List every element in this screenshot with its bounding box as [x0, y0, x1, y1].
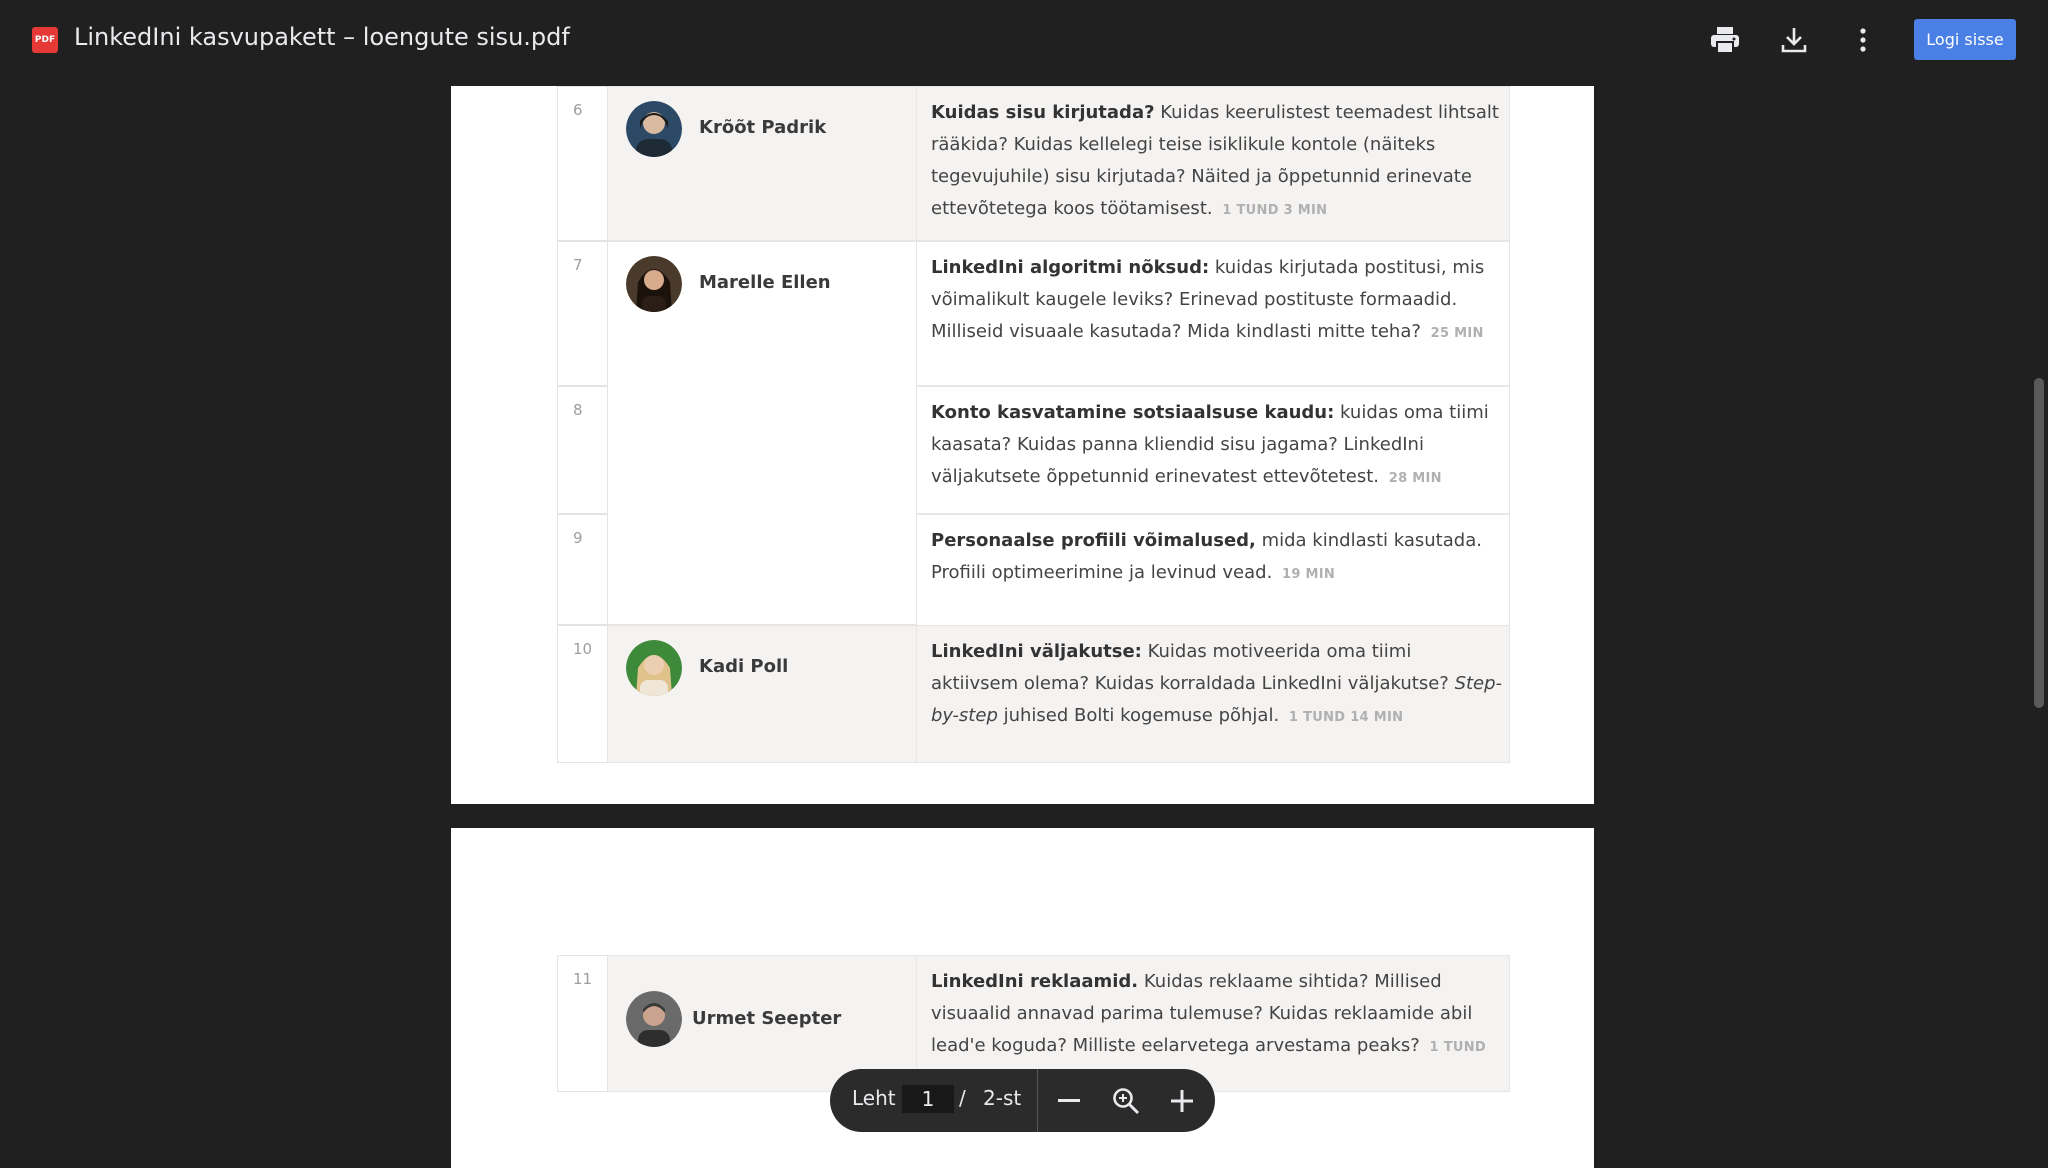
zoom-out-button[interactable]: [1049, 1081, 1089, 1121]
minus-icon: [1058, 1099, 1080, 1102]
avatar: [626, 640, 682, 696]
lecture-description: LinkedIni väljakutse: Kuidas motiveerida…: [931, 641, 1503, 726]
plus-icon: [1171, 1090, 1193, 1112]
row-number: 10: [573, 640, 593, 658]
lecture-title: Personaalse profiili võimalused,: [931, 530, 1256, 551]
row-number: 8: [573, 401, 583, 419]
lecture-title: LinkedIni väljakutse:: [931, 641, 1142, 662]
more-options-button[interactable]: [1843, 20, 1883, 60]
avatar: [626, 256, 682, 312]
document-title: LinkedIni kasvupakett – loengute sisu.pd…: [74, 23, 570, 51]
pdf-file-icon: PDF: [32, 27, 58, 53]
page-number-input[interactable]: [902, 1085, 954, 1113]
zoom-icon: [1113, 1088, 1140, 1115]
lecture-title: Kuidas sisu kirjutada?: [931, 102, 1155, 123]
duration-label: 1 TUND 3 MIN: [1222, 203, 1328, 218]
lecture-title: Konto kasvatamine sotsiaalsuse kaudu:: [931, 402, 1335, 423]
lecture-description: Kuidas sisu kirjutada? Kuidas keeruliste…: [931, 102, 1499, 219]
avatar: [626, 101, 682, 157]
toolbar-divider: [1037, 1069, 1038, 1132]
print-button[interactable]: [1705, 20, 1745, 60]
table-row: 9 Personaalse profiili võimalused, mida …: [557, 514, 1510, 625]
speaker-name: Marelle Ellen: [699, 272, 831, 293]
table-row: 8 Konto kasvatamine sotsiaalsuse kaudu: …: [557, 386, 1510, 514]
duration-label: 28 MIN: [1388, 471, 1442, 486]
login-button[interactable]: Logi sisse: [1914, 19, 2016, 60]
lecture-description: LinkedIni algoritmi nõksud: kuidas kirju…: [931, 257, 1485, 342]
page-separator: /: [959, 1086, 966, 1110]
page-total: 2-st: [983, 1086, 1022, 1110]
duration-label: 1 TUND 14 MIN: [1288, 710, 1404, 725]
table-row: 10 Kadi Poll LinkedIni väljakutse: Kuida…: [557, 625, 1510, 763]
row-number: 6: [573, 101, 583, 119]
download-icon: [1781, 28, 1807, 53]
speaker-name: Krõõt Padrik: [699, 117, 827, 138]
table-row: 6 Krõõt Padrik Kuidas sisu kirjutada? Ku…: [557, 86, 1510, 241]
duration-label: 19 MIN: [1282, 567, 1336, 582]
lecture-description: Personaalse profiili võimalused, mida ki…: [931, 530, 1482, 583]
lecture-description: Konto kasvatamine sotsiaalsuse kaudu: ku…: [931, 402, 1489, 487]
more-vert-icon: [1860, 28, 1866, 52]
scrollbar-thumb[interactable]: [2034, 378, 2044, 708]
row-number: 9: [573, 529, 583, 547]
print-icon: [1711, 27, 1739, 54]
speaker-name: Kadi Poll: [699, 656, 789, 677]
viewer-header: PDF LinkedIni kasvupakett – loengute sis…: [0, 0, 2048, 80]
lecture-title: LinkedIni reklaamid.: [931, 971, 1139, 992]
zoom-in-button[interactable]: [1162, 1081, 1202, 1121]
row-number: 11: [573, 970, 593, 988]
page-label: Leht: [852, 1086, 896, 1110]
download-button[interactable]: [1774, 20, 1814, 60]
row-number: 7: [573, 256, 583, 274]
zoom-button[interactable]: [1106, 1081, 1146, 1121]
page-toolbar: Leht / 2-st: [830, 1069, 1215, 1132]
duration-label: 25 MIN: [1430, 326, 1484, 341]
table-row: 7 Marelle Ellen LinkedIni algoritmi nõks…: [557, 241, 1510, 625]
speaker-name: Urmet Seepter: [692, 1008, 842, 1029]
lecture-title: LinkedIni algoritmi nõksud:: [931, 257, 1210, 278]
avatar: [626, 991, 682, 1047]
